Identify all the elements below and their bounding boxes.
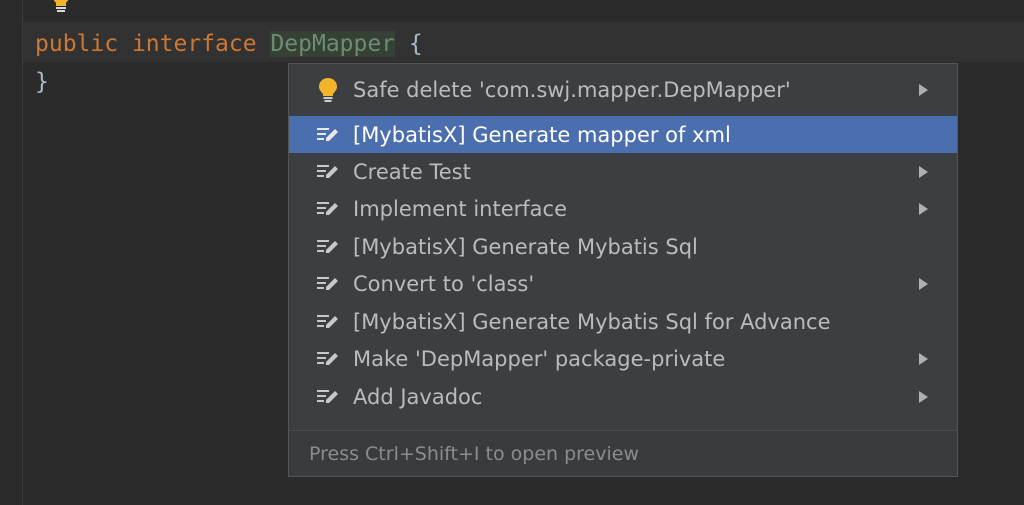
submenu-arrow-icon: [919, 83, 928, 96]
intention-edit-icon: [315, 346, 341, 372]
menu-item-create-test[interactable]: Create Test: [289, 153, 957, 190]
submenu-arrow-icon: [919, 277, 928, 290]
menu-item-label: Make 'DepMapper' package-private: [353, 346, 726, 371]
menu-item-label: Safe delete 'com.swj.mapper.DepMapper': [353, 77, 791, 102]
intention-edit-icon: [315, 196, 341, 222]
popup-footer-hint: Press Ctrl+Shift+I to open preview: [289, 430, 957, 476]
keyword-interface: interface: [131, 31, 257, 57]
submenu-arrow-icon: [919, 165, 928, 178]
menu-item-safe-delete[interactable]: Safe delete 'com.swj.mapper.DepMapper': [289, 71, 957, 108]
menu-item-mybatisx-generate-mapper-xml[interactable]: [MybatisX] Generate mapper of xml: [289, 116, 957, 153]
intention-edit-icon: [315, 159, 341, 185]
menu-item-label: Create Test: [353, 159, 471, 184]
menu-item-mybatisx-generate-sql[interactable]: [MybatisX] Generate Mybatis Sql: [289, 228, 957, 265]
gutter-divider: [22, 0, 23, 505]
menu-item-label: Implement interface: [353, 196, 567, 221]
intention-actions-popup: Safe delete 'com.swj.mapper.DepMapper' […: [288, 63, 958, 477]
menu-item-label: [MybatisX] Generate Mybatis Sql for Adva…: [353, 309, 831, 334]
intention-edit-icon: [315, 122, 341, 148]
menu-item-label: [MybatisX] Generate Mybatis Sql: [353, 234, 698, 259]
code-line-2: }: [35, 67, 49, 97]
lightbulb-icon[interactable]: [50, 0, 72, 20]
close-brace: }: [35, 69, 49, 95]
intention-edit-icon: [315, 234, 341, 260]
menu-item-mybatisx-generate-sql-advance[interactable]: [MybatisX] Generate Mybatis Sql for Adva…: [289, 303, 957, 340]
intention-edit-icon: [315, 309, 341, 335]
menu-item-label: Add Javadoc: [353, 384, 483, 409]
menu-item-add-javadoc[interactable]: Add Javadoc: [289, 378, 957, 415]
menu-item-convert-to-class[interactable]: Convert to 'class': [289, 265, 957, 302]
submenu-arrow-icon: [919, 202, 928, 215]
menu-item-make-package-private[interactable]: Make 'DepMapper' package-private: [289, 340, 957, 377]
menu-item-implement-interface[interactable]: Implement interface: [289, 190, 957, 227]
intention-edit-icon: [315, 271, 341, 297]
lightbulb-icon: [315, 77, 341, 103]
interface-name[interactable]: DepMapper: [270, 31, 396, 57]
submenu-arrow-icon: [919, 390, 928, 403]
open-brace: {: [408, 31, 423, 57]
keyword-public: public: [35, 31, 119, 57]
preview-hint-text: Press Ctrl+Shift+I to open preview: [309, 442, 639, 465]
submenu-arrow-icon: [919, 352, 928, 365]
intention-edit-icon: [315, 384, 341, 410]
code-line-1: public interface DepMapper {: [35, 29, 423, 59]
menu-item-label: [MybatisX] Generate mapper of xml: [353, 122, 731, 147]
menu-item-label: Convert to 'class': [353, 271, 535, 296]
